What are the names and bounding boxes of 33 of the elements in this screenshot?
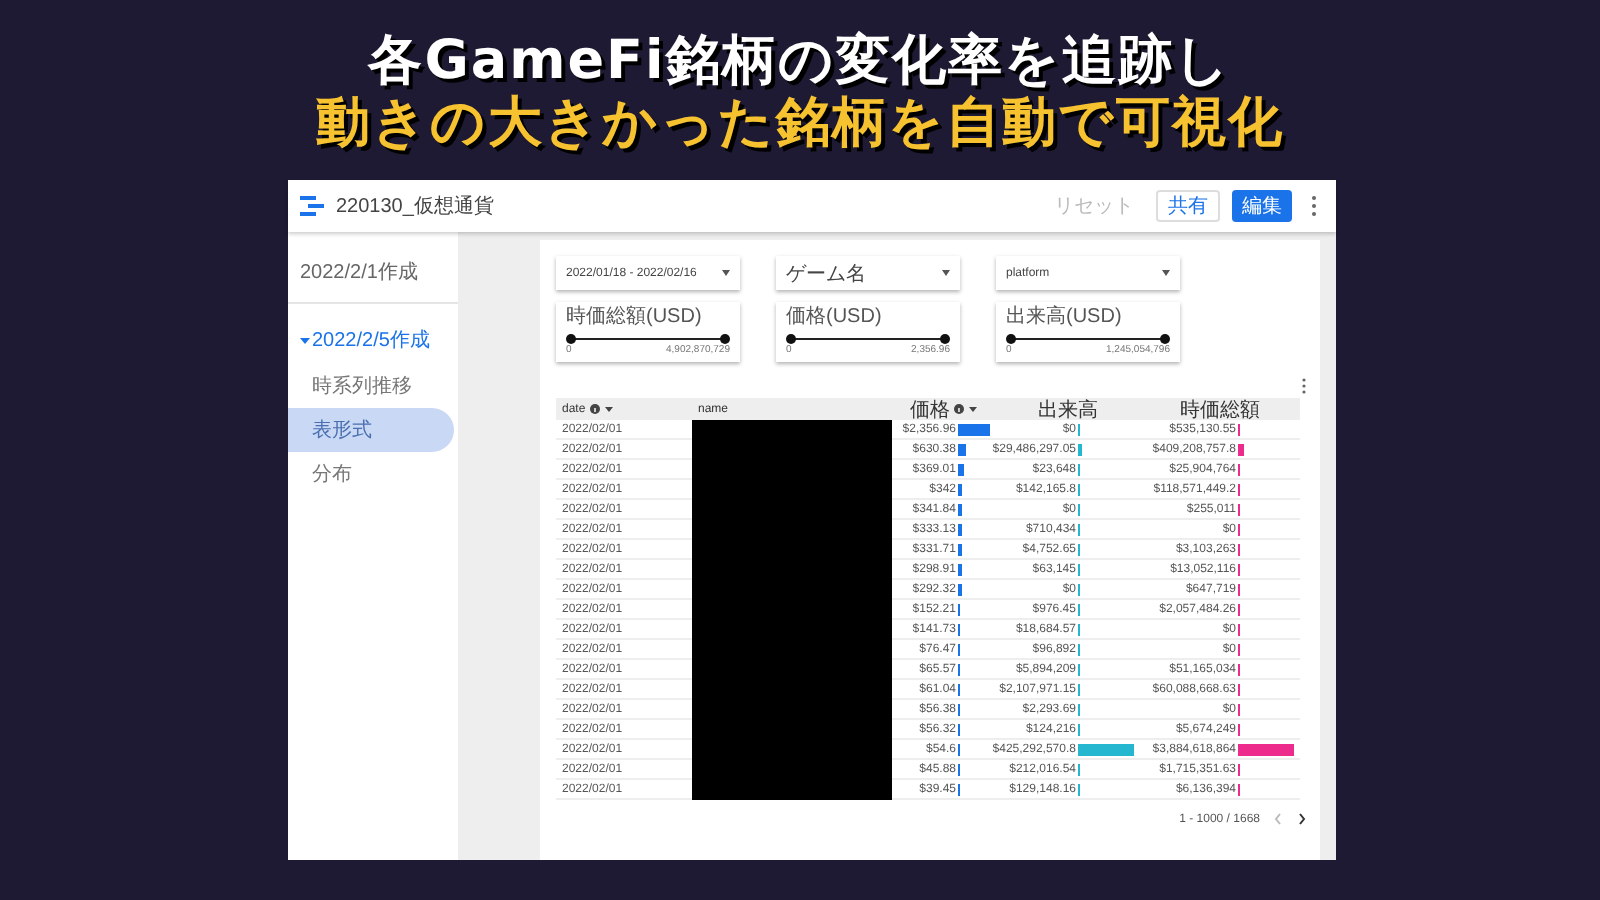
slider-handle[interactable] bbox=[940, 334, 950, 344]
sidebar-section[interactable]: 2022/2/5作成 bbox=[288, 316, 458, 364]
slider-handle[interactable] bbox=[720, 334, 730, 344]
logo-icon bbox=[300, 196, 324, 216]
sidebar-item[interactable]: 時系列推移 bbox=[288, 364, 454, 408]
filter-dropdown[interactable]: ゲーム名 bbox=[776, 256, 960, 290]
slider-label: 出来高(USD) bbox=[1006, 306, 1124, 330]
slider-handle[interactable] bbox=[786, 334, 796, 344]
column-header[interactable]: 時価総額 bbox=[1140, 398, 1300, 420]
caret-icon bbox=[1162, 270, 1170, 276]
more-icon[interactable] bbox=[1300, 378, 1308, 394]
slider-label: 時価総額(USD) bbox=[566, 306, 704, 330]
column-header[interactable]: 価格 bbox=[892, 398, 996, 420]
edit-button[interactable]: 編集 bbox=[1232, 190, 1292, 222]
caret-icon bbox=[942, 270, 950, 276]
share-button[interactable]: 共有 bbox=[1156, 190, 1220, 222]
sort-caret-icon bbox=[968, 404, 978, 414]
column-header[interactable]: 出来高 bbox=[996, 398, 1140, 420]
slider-handle[interactable] bbox=[566, 334, 576, 344]
slider-handle[interactable] bbox=[1006, 334, 1016, 344]
next-page-button[interactable] bbox=[1296, 812, 1308, 826]
sidebar-item[interactable]: 分布 bbox=[288, 452, 454, 496]
info-icon bbox=[589, 404, 600, 414]
caret-icon bbox=[722, 270, 730, 276]
info-icon bbox=[954, 404, 964, 414]
headline: 各GameFi銘柄の変化率を追跡し bbox=[368, 30, 1232, 92]
sort-caret-icon bbox=[603, 404, 614, 414]
report-title: 220130_仮想通貨 bbox=[336, 193, 496, 220]
headline: 動きの大きかった銘柄を自動で可視化 bbox=[316, 92, 1284, 154]
sidebar-item[interactable]: 表形式 bbox=[288, 408, 454, 452]
caret-icon bbox=[300, 335, 310, 345]
slider-handle[interactable] bbox=[1160, 334, 1170, 344]
slider-label: 価格(USD) bbox=[786, 306, 884, 330]
